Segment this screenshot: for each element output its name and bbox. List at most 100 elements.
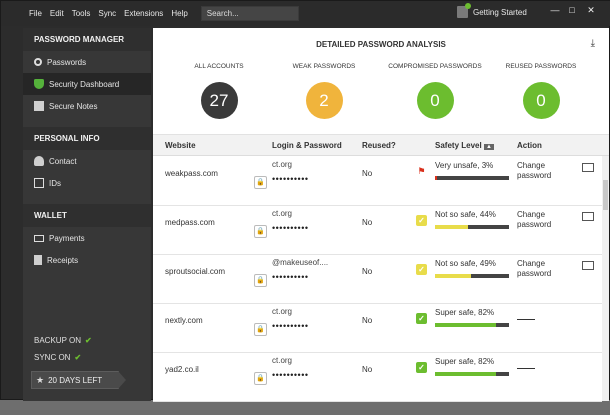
getting-started-button[interactable]: Getting Started	[457, 3, 527, 18]
search-input[interactable]: Search...	[200, 6, 299, 21]
safety-bar	[435, 274, 509, 278]
table-row[interactable]: nextly.com 🔒 ct.org •••••••••• No ✓ Supe…	[153, 304, 602, 353]
close-button[interactable]: ✕	[582, 5, 600, 16]
lock-icon[interactable]: 🔒	[254, 225, 267, 238]
table-row[interactable]: sproutsocial.com 🔒 @makeuseof.... ••••••…	[153, 255, 602, 304]
days-left-label: 20 DAYS LEFT	[48, 375, 103, 385]
header-safety-label: Safety Level	[435, 141, 482, 150]
menu-file[interactable]: File	[29, 9, 42, 18]
reused-value: No	[362, 316, 373, 325]
no-action-dash	[517, 319, 535, 320]
menu-tools[interactable]: Tools	[72, 9, 91, 18]
menu-extensions[interactable]: Extensions	[124, 9, 163, 18]
change-password-link[interactable]: Change password	[517, 210, 577, 230]
minimize-button[interactable]: —	[546, 5, 564, 15]
change-password-link[interactable]: Change password	[517, 259, 577, 279]
flag-icon: ⚑	[417, 166, 426, 176]
auto-change-icon[interactable]	[582, 212, 594, 221]
auto-change-icon[interactable]	[582, 163, 594, 172]
lock-icon[interactable]: 🔒	[254, 372, 267, 385]
sidebar-item-contact[interactable]: Contact	[23, 150, 151, 172]
password-value: ••••••••••	[272, 223, 309, 233]
menu-help[interactable]: Help	[171, 9, 187, 18]
check-icon: ✓	[416, 362, 427, 373]
menu-bar: File Edit Tools Sync Extensions Help Sea…	[1, 1, 610, 26]
section-wallet: WALLET	[23, 204, 151, 227]
website-label[interactable]: weakpass.com	[165, 169, 218, 178]
sync-on-status: SYNC ON ✔	[23, 349, 151, 366]
login-value: ct.org	[272, 307, 293, 316]
login-value: @makeuseof....	[272, 258, 329, 267]
table-row[interactable]: weakpass.com 🔒 ct.org •••••••••• No ⚑ Ve…	[153, 157, 602, 206]
sidebar-item-secure-notes[interactable]: Secure Notes	[23, 95, 151, 117]
menu-edit[interactable]: Edit	[50, 9, 64, 18]
password-value: ••••••••••	[272, 370, 309, 380]
website-label[interactable]: sproutsocial.com	[165, 267, 225, 276]
change-password-link[interactable]: Change password	[517, 161, 577, 181]
table-row[interactable]: medpass.com 🔒 ct.org •••••••••• No ✓ Not…	[153, 206, 602, 255]
sidebar-item-label: Payments	[49, 233, 85, 243]
no-action-dash	[517, 368, 535, 369]
header-reused[interactable]: Reused?	[362, 141, 396, 150]
password-value: ••••••••••	[272, 174, 309, 184]
sidebar-item-label: Security Dashboard	[49, 79, 120, 89]
app-window: File Edit Tools Sync Extensions Help Sea…	[0, 0, 610, 402]
metric-label: WEAK PASSWORDS	[292, 63, 356, 70]
sidebar-item-passwords[interactable]: Passwords	[23, 51, 151, 73]
scrollbar[interactable]	[602, 156, 609, 401]
maximize-button[interactable]: □	[563, 5, 581, 15]
website-label[interactable]: medpass.com	[165, 218, 215, 227]
receipt-icon	[34, 255, 42, 265]
metric-value: 2	[305, 82, 343, 119]
login-value: ct.org	[272, 356, 293, 365]
metric-value: 0	[416, 82, 454, 119]
sync-label: SYNC ON	[34, 353, 71, 362]
sidebar-item-security-dashboard[interactable]: Security Dashboard	[23, 73, 151, 95]
download-icon[interactable]: ⤓	[591, 38, 595, 49]
metric-compromised-passwords[interactable]: COMPROMISED PASSWORDS 0	[380, 63, 490, 119]
sidebar-item-payments[interactable]: Payments	[23, 227, 151, 249]
website-label[interactable]: nextly.com	[165, 316, 203, 325]
metric-value: 27	[200, 82, 238, 119]
check-icon: ✓	[416, 264, 427, 275]
page-title: DETAILED PASSWORD ANALYSIS	[316, 40, 446, 49]
menu-sync[interactable]: Sync	[98, 9, 116, 18]
check-icon: ✔	[84, 336, 92, 345]
safety-label: Super safe, 82%	[435, 308, 495, 317]
table-row[interactable]: yad2.co.il 🔒 ct.org •••••••••• No ✓ Supe…	[153, 353, 602, 402]
reused-value: No	[362, 365, 373, 374]
backup-status: BACKUP ON ✔	[23, 332, 151, 349]
safety-bar-fill	[435, 274, 472, 278]
lock-icon[interactable]: 🔒	[254, 274, 267, 287]
header-login[interactable]: Login & Password	[272, 141, 342, 150]
lock-icon[interactable]: 🔒	[254, 176, 267, 189]
sidebar-item-label: Contact	[49, 156, 77, 166]
days-left-badge[interactable]: ★ 20 DAYS LEFT	[31, 371, 126, 389]
check-icon: ✓	[416, 215, 427, 226]
getting-started-icon	[457, 3, 471, 18]
auto-change-icon[interactable]	[582, 261, 594, 270]
menu: File Edit Tools Sync Extensions Help	[29, 9, 196, 18]
section-password-manager: PASSWORD MANAGER	[23, 28, 151, 51]
sort-up-icon: ▲	[483, 144, 494, 150]
getting-started-label: Getting Started	[473, 7, 527, 17]
website-label[interactable]: yad2.co.il	[165, 365, 199, 374]
safety-bar-fill	[435, 323, 496, 327]
header-action: Action	[517, 141, 542, 150]
header-safety[interactable]: Safety Level ▲	[435, 141, 494, 150]
safety-label: Super safe, 82%	[435, 357, 495, 366]
scrollbar-thumb[interactable]	[603, 180, 608, 210]
sidebar-item-receipts[interactable]: Receipts	[23, 249, 151, 271]
lock-icon[interactable]: 🔒	[254, 323, 267, 336]
metric-all-accounts[interactable]: ALL ACCOUNTS 27	[169, 63, 269, 119]
safety-bar	[435, 372, 509, 376]
sidebar-item-label: Receipts	[47, 255, 79, 265]
metric-value: 0	[522, 82, 560, 119]
metric-weak-passwords[interactable]: WEAK PASSWORDS 2	[274, 63, 374, 119]
header-website[interactable]: Website	[165, 141, 196, 150]
safety-bar-fill	[435, 225, 468, 229]
sidebar-item-ids[interactable]: IDs	[23, 172, 151, 194]
table-header: Website Login & Password Reused? Safety …	[153, 134, 609, 156]
metric-reused-passwords[interactable]: REUSED PASSWORDS 0	[491, 63, 591, 119]
safety-label: Very unsafe, 3%	[435, 161, 494, 170]
